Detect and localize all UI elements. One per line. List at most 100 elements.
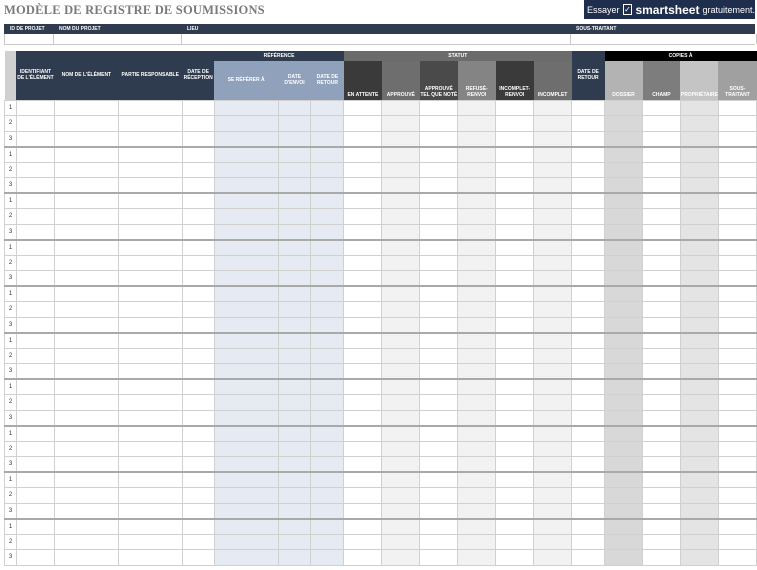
table-cell[interactable] bbox=[419, 440, 459, 457]
table-cell[interactable] bbox=[213, 285, 279, 302]
table-cell[interactable] bbox=[181, 347, 215, 364]
table-cell[interactable] bbox=[117, 301, 183, 318]
table-cell[interactable] bbox=[343, 533, 383, 550]
table-cell[interactable] bbox=[717, 270, 757, 287]
table-cell[interactable] bbox=[343, 130, 383, 147]
table-cell[interactable] bbox=[343, 192, 383, 209]
table-cell[interactable] bbox=[717, 502, 757, 519]
table-cell[interactable] bbox=[53, 549, 119, 566]
table-cell[interactable] bbox=[53, 424, 119, 442]
table-cell[interactable] bbox=[679, 223, 719, 240]
table-cell[interactable] bbox=[419, 99, 459, 116]
table-cell[interactable] bbox=[181, 424, 215, 442]
table-cell[interactable] bbox=[571, 285, 606, 302]
table-cell[interactable] bbox=[343, 424, 383, 442]
table-cell[interactable] bbox=[343, 238, 383, 256]
table-cell[interactable] bbox=[457, 270, 497, 287]
table-cell[interactable] bbox=[117, 99, 183, 116]
table-cell[interactable] bbox=[571, 301, 606, 318]
table-cell[interactable] bbox=[533, 517, 573, 535]
table-cell[interactable] bbox=[181, 363, 215, 380]
table-cell[interactable] bbox=[15, 192, 55, 209]
table-cell[interactable] bbox=[181, 502, 215, 519]
table-cell[interactable] bbox=[571, 208, 606, 225]
table-cell[interactable] bbox=[310, 456, 345, 473]
table-cell[interactable] bbox=[343, 208, 383, 225]
table-cell[interactable] bbox=[495, 270, 535, 287]
table-cell[interactable] bbox=[381, 378, 421, 395]
table-cell[interactable] bbox=[381, 130, 421, 147]
table-cell[interactable] bbox=[381, 192, 421, 209]
table-cell[interactable] bbox=[457, 316, 497, 333]
table-cell[interactable] bbox=[495, 177, 535, 194]
table-cell[interactable] bbox=[343, 440, 383, 457]
table-cell[interactable] bbox=[457, 347, 497, 364]
table-cell[interactable] bbox=[495, 130, 535, 147]
table-cell[interactable] bbox=[343, 270, 383, 287]
table-cell[interactable] bbox=[419, 347, 459, 364]
table-cell[interactable] bbox=[310, 99, 345, 116]
table-cell[interactable] bbox=[533, 316, 573, 333]
table-cell[interactable] bbox=[533, 549, 573, 566]
table-cell[interactable] bbox=[495, 223, 535, 240]
table-cell[interactable] bbox=[457, 177, 497, 194]
table-cell[interactable] bbox=[277, 363, 312, 380]
table-cell[interactable] bbox=[495, 378, 535, 395]
table-cell[interactable] bbox=[419, 409, 459, 426]
table-cell[interactable] bbox=[277, 471, 312, 488]
table-cell[interactable] bbox=[53, 316, 119, 333]
table-cell[interactable] bbox=[213, 270, 279, 287]
table-cell[interactable] bbox=[457, 487, 497, 504]
table-cell[interactable] bbox=[679, 192, 719, 209]
table-cell[interactable] bbox=[381, 424, 421, 442]
table-cell[interactable] bbox=[679, 394, 719, 411]
table-cell[interactable] bbox=[604, 331, 644, 349]
table-cell[interactable] bbox=[717, 517, 757, 535]
table-cell[interactable] bbox=[117, 208, 183, 225]
table-cell[interactable] bbox=[53, 285, 119, 302]
table-cell[interactable] bbox=[213, 223, 279, 240]
table-cell[interactable] bbox=[642, 316, 681, 333]
table-cell[interactable] bbox=[604, 502, 644, 519]
table-cell[interactable] bbox=[15, 115, 55, 132]
table-cell[interactable] bbox=[15, 533, 55, 550]
table-cell[interactable] bbox=[277, 533, 312, 550]
table-cell[interactable] bbox=[533, 130, 573, 147]
table-cell[interactable] bbox=[117, 363, 183, 380]
table-cell[interactable] bbox=[343, 254, 383, 271]
table-cell[interactable] bbox=[457, 238, 497, 256]
table-cell[interactable] bbox=[381, 502, 421, 519]
table-cell[interactable] bbox=[277, 456, 312, 473]
table-cell[interactable] bbox=[117, 145, 183, 163]
table-cell[interactable] bbox=[604, 363, 644, 380]
table-cell[interactable] bbox=[717, 456, 757, 473]
table-cell[interactable] bbox=[495, 254, 535, 271]
table-cell[interactable] bbox=[15, 394, 55, 411]
table-cell[interactable] bbox=[533, 378, 573, 395]
table-cell[interactable] bbox=[679, 517, 719, 535]
table-cell[interactable] bbox=[679, 270, 719, 287]
table-cell[interactable] bbox=[310, 238, 345, 256]
table-cell[interactable] bbox=[495, 285, 535, 302]
table-cell[interactable] bbox=[717, 378, 757, 395]
table-cell[interactable] bbox=[457, 378, 497, 395]
table-cell[interactable] bbox=[310, 115, 345, 132]
table-cell[interactable] bbox=[310, 363, 345, 380]
table-cell[interactable] bbox=[381, 549, 421, 566]
table-cell[interactable] bbox=[571, 254, 606, 271]
table-cell[interactable] bbox=[343, 177, 383, 194]
table-cell[interactable] bbox=[181, 285, 215, 302]
table-cell[interactable] bbox=[419, 223, 459, 240]
table-cell[interactable] bbox=[419, 130, 459, 147]
table-cell[interactable] bbox=[419, 424, 459, 442]
table-cell[interactable] bbox=[717, 533, 757, 550]
table-cell[interactable] bbox=[679, 145, 719, 163]
table-cell[interactable] bbox=[213, 347, 279, 364]
table-cell[interactable] bbox=[419, 254, 459, 271]
table-cell[interactable] bbox=[419, 301, 459, 318]
table-cell[interactable] bbox=[277, 192, 312, 209]
table-cell[interactable] bbox=[15, 316, 55, 333]
table-cell[interactable] bbox=[604, 223, 644, 240]
table-cell[interactable] bbox=[419, 115, 459, 132]
table-cell[interactable] bbox=[419, 363, 459, 380]
